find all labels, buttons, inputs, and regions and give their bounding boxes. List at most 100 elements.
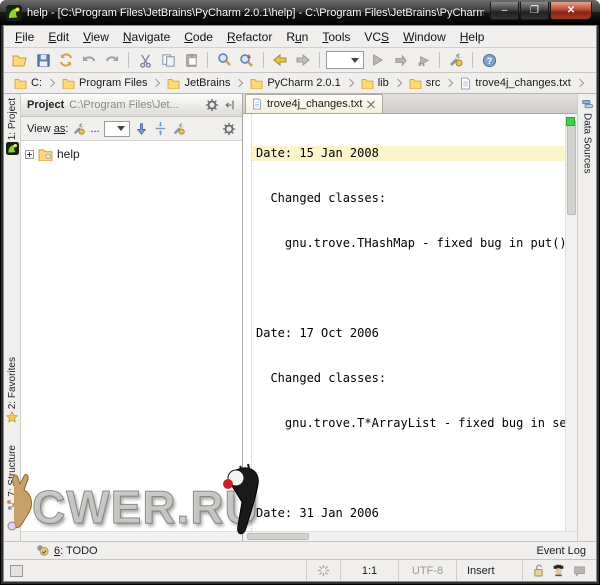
breadcrumb-file[interactable]: trove4j_changes.txt [458,77,572,90]
toolwindow-toggle-icon[interactable] [10,564,23,577]
replace-icon[interactable] [237,50,257,70]
error-stripe-ok-indicator[interactable] [566,117,575,126]
run-with-coverage-icon[interactable] [413,50,433,70]
hide-panel-icon[interactable] [224,99,236,111]
editor-tab-trove4j-changes[interactable]: trove4j_changes.txt [245,94,384,113]
close-button[interactable]: ✕ [550,1,592,20]
synchronize-icon[interactable] [56,50,76,70]
folder-icon [38,148,53,161]
editor-line[interactable]: Changed classes: [252,371,565,386]
editor-vertical-scrollbar[interactable] [565,114,577,531]
screenshot-root: help - [C:\Program Files\JetBrains\PyCha… [0,0,600,585]
lock-icon[interactable] [533,564,544,577]
editor-line[interactable] [252,461,565,476]
minimize-button[interactable]: – [490,1,519,20]
toolbar-separator [439,52,440,68]
toolwindow-tab-project[interactable]: 1: Project [5,94,19,159]
toolwindow-tab-structure[interactable]: 7: Structure [6,441,18,515]
menu-navigate[interactable]: Navigate [116,27,177,47]
editor-content[interactable]: Date: 15 Jan 2008 Changed classes: gnu.t… [252,114,565,531]
breadcrumb: C: Program Files JetBrains PyCharm 2.0.1… [4,73,596,94]
menu-run[interactable]: Run [279,27,315,47]
wrench-icon[interactable] [172,122,186,136]
file-encoding[interactable]: UTF-8 [398,560,456,581]
notification-bubble-icon[interactable] [573,565,586,577]
close-tab-icon[interactable] [367,100,376,109]
cut-icon[interactable] [135,50,155,70]
breadcrumb-item[interactable]: lib [359,77,391,89]
menu-view[interactable]: View [76,27,116,47]
event-log-button[interactable]: Event Log [536,545,586,557]
chevron-right-icon [445,78,454,88]
title-bar[interactable]: help - [C:\Program Files\JetBrains\PyCha… [0,0,600,25]
editor-line[interactable]: gnu.trove.T*ArrayList - fixed bug in set… [252,416,565,431]
save-icon[interactable] [33,50,53,70]
editor-line[interactable] [252,281,565,296]
settings-icon[interactable] [446,50,466,70]
toolbar-separator [128,52,129,68]
tree-node-label: help [57,147,80,161]
chevron-right-icon [345,78,354,88]
inspector-profile-icon[interactable] [552,564,565,577]
undo-icon[interactable] [79,50,99,70]
menu-help[interactable]: Help [453,27,492,47]
settings-gear-icon[interactable] [222,122,236,136]
breadcrumb-item[interactable]: C: [12,77,44,89]
editor-line[interactable]: Date: 17 Oct 2006 [252,326,565,341]
breadcrumb-item[interactable]: src [407,77,443,89]
editor-line[interactable]: Changed classes: [252,191,565,206]
maximize-button[interactable]: ❐ [520,1,549,20]
run-configurations-combo[interactable] [326,51,364,69]
chevron-right-icon [575,78,585,88]
status-bar: 1:1 UTF-8 Insert [4,559,596,581]
forward-icon[interactable] [293,50,313,70]
menu-file[interactable]: File [8,27,41,47]
menu-vcs[interactable]: VCS [357,27,396,47]
view-as-combo[interactable] [103,120,130,137]
scrollbar-thumb[interactable] [567,120,576,215]
back-icon[interactable] [270,50,290,70]
file-icon [252,98,262,110]
editor-line[interactable]: Date: 31 Jan 2006 [252,506,565,521]
menu-window[interactable]: Window [396,27,453,47]
debug-icon[interactable] [390,50,410,70]
paste-icon[interactable] [181,50,201,70]
gear-icon[interactable] [205,98,219,112]
toolwindow-tab-todo[interactable]: 6: TODO [54,545,98,557]
window-client-area: File Edit View Navigate Code Refactor Ru… [3,25,597,582]
project-horizontal-scrollbar[interactable] [21,531,242,541]
menu-edit[interactable]: Edit [41,27,76,47]
insert-mode-indicator[interactable]: Insert [456,560,522,581]
breadcrumb-item[interactable]: PyCharm 2.0.1 [248,77,342,89]
database-icon [581,98,594,111]
svg-text:?: ? [486,55,492,65]
project-panel-path: C:\Program Files\Jet... [69,99,179,111]
find-icon[interactable] [214,50,234,70]
menu-bar: File Edit View Navigate Code Refactor Ru… [4,26,596,48]
menu-refactor[interactable]: Refactor [220,27,279,47]
redo-icon[interactable] [102,50,122,70]
tree-node-help[interactable]: help [25,145,238,163]
open-icon[interactable] [10,50,30,70]
editor-horizontal-scrollbar[interactable] [243,531,577,541]
copy-icon[interactable] [158,50,178,70]
menu-tools[interactable]: Tools [315,27,357,47]
background-tasks-icon[interactable] [306,560,340,581]
toolbar-separator [263,52,264,68]
toolwindow-tab-favorites[interactable]: 2: Favorites [6,353,18,427]
wrench-icon[interactable] [72,122,86,136]
caret-position[interactable]: 1:1 [340,560,398,581]
autoscroll-icon[interactable] [153,121,168,136]
scrollbar-thumb[interactable] [247,533,309,540]
ellipsis-label: ... [90,122,100,135]
help-icon[interactable]: ? [479,50,499,70]
expand-icon[interactable] [25,149,34,159]
breadcrumb-item[interactable]: JetBrains [165,77,232,89]
toolwindow-tab-data-sources[interactable]: Data Sources [581,94,594,178]
expand-all-icon[interactable] [134,121,149,136]
editor-line[interactable]: Date: 15 Jan 2008 [252,146,565,161]
breadcrumb-item[interactable]: Program Files [60,77,149,89]
menu-code[interactable]: Code [177,27,220,47]
run-icon[interactable] [367,50,387,70]
editor-line[interactable]: gnu.trove.THashMap - fixed bug in put() … [252,236,565,251]
